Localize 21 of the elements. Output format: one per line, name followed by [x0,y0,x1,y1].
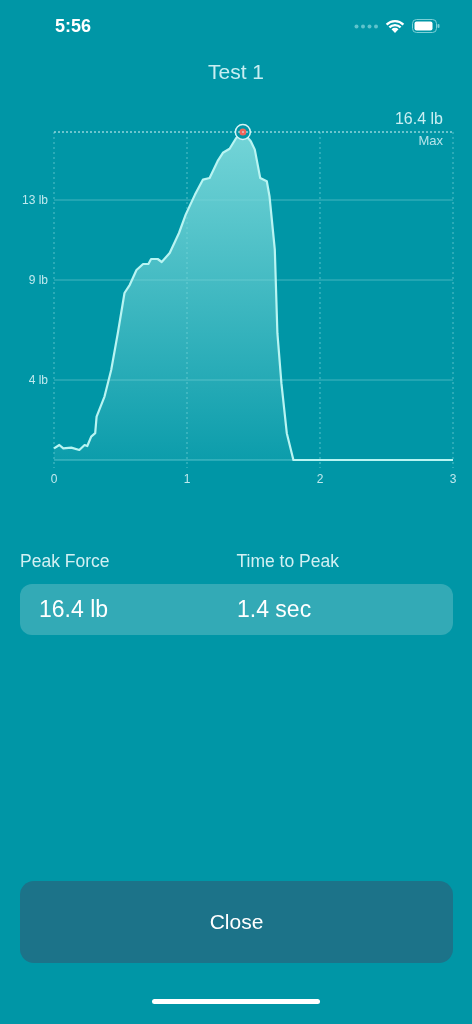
signal-icon [354,23,378,29]
close-button[interactable]: Close [20,881,453,963]
screen-title: Test 1 [208,60,264,84]
stat-label: Peak Force [20,550,111,572]
max-caption: Max [418,133,443,148]
stat-label: Time to Peak [236,550,340,572]
axis-label: 9 lb [28,273,48,287]
peak-marker [234,123,252,141]
axis-label: 1 [183,472,191,486]
stat-value: 16.4 lb [39,596,110,623]
axis-label: 3 [449,472,457,486]
axis-label: 0 [50,472,58,486]
status-time: 5:56 [55,15,92,37]
home-indicator[interactable] [152,999,320,1004]
wifi-icon [385,19,405,33]
axis-label: 13 lb [21,193,48,207]
max-value: 16.4 lb [394,110,443,127]
axis-label: 2 [316,472,324,486]
stat-value: 1.4 sec [237,596,313,623]
battery-icon [412,19,440,33]
axis-label: 4 lb [28,373,48,387]
